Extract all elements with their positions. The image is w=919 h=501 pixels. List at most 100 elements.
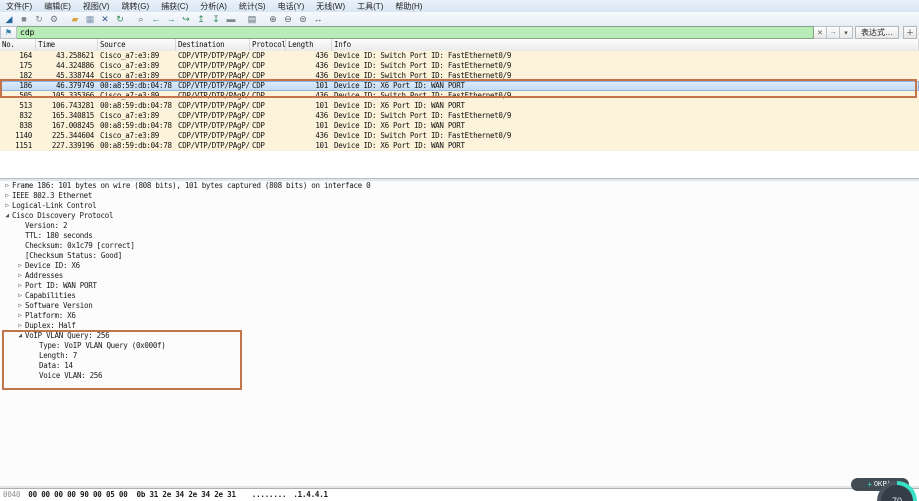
cell-length: 101 bbox=[286, 141, 332, 151]
menu-item-s[interactable]: 统计(S) bbox=[233, 0, 272, 12]
expander-spacer bbox=[15, 241, 25, 251]
detail-tree-item[interactable]: [Checksum Status: Good] bbox=[0, 251, 919, 261]
collapsed-expander-icon[interactable]: ▷ bbox=[15, 311, 25, 321]
packet-list-body: 16443.258621Cisco_a7:e3:89CDP/VTP/DTP/PA… bbox=[0, 51, 919, 151]
cell-no: 505 bbox=[0, 91, 36, 101]
toolbar-zoom-out-button[interactable]: ⊖ bbox=[281, 13, 295, 25]
packet-row[interactable]: 832165.340815Cisco_a7:e3:89CDP/VTP/DTP/P… bbox=[0, 111, 919, 121]
detail-tree-item[interactable]: ◢VoIP VLAN Query: 256 bbox=[0, 331, 919, 341]
detail-tree-item[interactable]: ▷Duplex: Half bbox=[0, 321, 919, 331]
detail-tree-item[interactable]: ▷Software Version bbox=[0, 301, 919, 311]
filter-apply-button[interactable]: → bbox=[827, 26, 840, 39]
detail-tree-item[interactable]: Length: 7 bbox=[0, 351, 919, 361]
toolbar-colorize-packets-button[interactable]: ▤ bbox=[245, 13, 259, 25]
packet-bytes-pane[interactable]: 0040 00 00 00 00 90 00 05 00 0b 31 2e 34… bbox=[0, 488, 919, 501]
toolbar-close-file-button[interactable]: ✕ bbox=[98, 13, 112, 25]
menu-item-h[interactable]: 帮助(H) bbox=[389, 0, 428, 12]
packet-row[interactable]: 513106.74328100:a8:59:db:04:78CDP/VTP/DT… bbox=[0, 101, 919, 111]
detail-text: IEEE 802.3 Ethernet bbox=[12, 191, 92, 201]
collapsed-expander-icon[interactable]: ▷ bbox=[15, 301, 25, 311]
cell-no: 832 bbox=[0, 111, 36, 121]
filter-clear-button[interactable]: ✕ bbox=[814, 26, 827, 39]
collapsed-expander-icon[interactable]: ▷ bbox=[15, 321, 25, 331]
detail-tree-item[interactable]: ▷Capabilities bbox=[0, 291, 919, 301]
collapsed-expander-icon[interactable]: ▷ bbox=[2, 201, 12, 211]
collapsed-expander-icon[interactable]: ▷ bbox=[2, 191, 12, 201]
menu-item-f[interactable]: 文件(F) bbox=[0, 0, 38, 12]
menu-item-a[interactable]: 分析(A) bbox=[194, 0, 233, 12]
packet-row[interactable]: 505105.335366Cisco_a7:e3:89CDP/VTP/DTP/P… bbox=[0, 91, 919, 101]
collapsed-expander-icon[interactable]: ▷ bbox=[15, 291, 25, 301]
column-header-protocol[interactable]: Protocol bbox=[250, 39, 286, 51]
collapsed-expander-icon[interactable]: ▷ bbox=[15, 261, 25, 271]
menu-item-e[interactable]: 编辑(E) bbox=[38, 0, 77, 12]
toolbar-go-last-button[interactable]: ↧ bbox=[209, 13, 223, 25]
detail-tree-item[interactable]: ▷Frame 186: 101 bytes on wire (808 bits)… bbox=[0, 181, 919, 191]
hex-bytes-right[interactable]: 0b 31 2e 34 2e 34 2e 31 bbox=[137, 489, 236, 501]
detail-tree-item[interactable]: Data: 14 bbox=[0, 361, 919, 371]
display-filter-input[interactable]: cdp bbox=[17, 26, 814, 39]
column-header-length[interactable]: Length bbox=[286, 39, 332, 51]
toolbar-reload-file-button[interactable]: ↻ bbox=[113, 13, 127, 25]
detail-tree-item[interactable]: ▷IEEE 802.3 Ethernet bbox=[0, 191, 919, 201]
detail-tree-item[interactable]: ◢Cisco Discovery Protocol bbox=[0, 211, 919, 221]
filter-add-button[interactable]: ＋ bbox=[903, 26, 917, 39]
toolbar-start-capture-button[interactable]: ◢ bbox=[2, 13, 16, 25]
expanded-expander-icon[interactable]: ◢ bbox=[15, 331, 25, 341]
column-header-time[interactable]: Time bbox=[36, 39, 98, 51]
toolbar-find-packet-button[interactable]: ⌕ bbox=[134, 13, 148, 25]
detail-tree-item[interactable]: ▷Port ID: WAN PORT bbox=[0, 281, 919, 291]
detail-tree-item[interactable]: ▷Logical-Link Control bbox=[0, 201, 919, 211]
detail-tree-item[interactable]: ▷Platform: X6 bbox=[0, 311, 919, 321]
collapsed-expander-icon[interactable]: ▷ bbox=[15, 281, 25, 291]
packet-row[interactable]: 1151227.33919600:a8:59:db:04:78CDP/VTP/D… bbox=[0, 141, 919, 151]
column-header-info[interactable]: Info bbox=[332, 39, 919, 51]
toolbar-save-file-button[interactable]: ▦ bbox=[83, 13, 97, 25]
toolbar-zoom-in-button[interactable]: ⊕ bbox=[266, 13, 280, 25]
toolbar-open-file-button[interactable]: ▰ bbox=[68, 13, 82, 25]
menu-item-g[interactable]: 跳转(G) bbox=[116, 0, 156, 12]
detail-tree-item[interactable]: ▷Device ID: X6 bbox=[0, 261, 919, 271]
column-header-source[interactable]: Source bbox=[98, 39, 176, 51]
collapsed-expander-icon[interactable]: ▷ bbox=[2, 181, 12, 191]
packet-row[interactable]: 16443.258621Cisco_a7:e3:89CDP/VTP/DTP/PA… bbox=[0, 51, 919, 61]
column-header-no[interactable]: No. bbox=[0, 39, 36, 51]
menu-item-c[interactable]: 捕获(C) bbox=[155, 0, 194, 12]
column-header-destination[interactable]: Destination bbox=[176, 39, 250, 51]
collapsed-expander-icon[interactable]: ▷ bbox=[15, 271, 25, 281]
detail-tree-item[interactable]: Type: VoIP VLAN Query (0x000f) bbox=[0, 341, 919, 351]
expression-button[interactable]: 表达式… bbox=[855, 26, 899, 39]
toolbar-stop-capture-button[interactable]: ■ bbox=[17, 13, 31, 25]
filter-dropdown-button[interactable]: ▾ bbox=[840, 26, 853, 39]
detail-tree-item[interactable]: TTL: 180 seconds bbox=[0, 231, 919, 241]
menu-item-v[interactable]: 视图(V) bbox=[77, 0, 116, 12]
packet-row[interactable]: 838167.00824500:a8:59:db:04:78CDP/VTP/DT… bbox=[0, 121, 919, 131]
packet-row[interactable]: 18245.338744Cisco_a7:e3:89CDP/VTP/DTP/PA… bbox=[0, 71, 919, 81]
menu-item-y[interactable]: 电话(Y) bbox=[272, 0, 311, 12]
expander-spacer bbox=[29, 341, 39, 351]
detail-tree-item[interactable]: ▷Addresses bbox=[0, 271, 919, 281]
menu-item-w[interactable]: 无线(W) bbox=[310, 0, 351, 12]
toolbar-go-forward-button[interactable]: → bbox=[164, 13, 178, 25]
packet-row[interactable]: 1140225.344604Cisco_a7:e3:89CDP/VTP/DTP/… bbox=[0, 131, 919, 141]
toolbar-restart-capture-button[interactable]: ↻ bbox=[32, 13, 46, 25]
detail-tree-item[interactable]: Version: 2 bbox=[0, 221, 919, 231]
hex-bytes-left[interactable]: 00 00 00 00 90 00 05 00 bbox=[28, 489, 127, 501]
toolbar-auto-scroll-button[interactable]: ▬ bbox=[224, 13, 238, 25]
expanded-expander-icon[interactable]: ◢ bbox=[2, 211, 12, 221]
toolbar-go-first-button[interactable]: ↥ bbox=[194, 13, 208, 25]
toolbar-capture-options-button[interactable]: ⚙ bbox=[47, 13, 61, 25]
expander-spacer bbox=[29, 351, 39, 361]
packet-row[interactable]: 17544.324886Cisco_a7:e3:89CDP/VTP/DTP/PA… bbox=[0, 61, 919, 71]
detail-tree-item[interactable]: Voice VLAN: 256 bbox=[0, 371, 919, 381]
detail-tree-item[interactable]: Checksum: 0x1c79 [correct] bbox=[0, 241, 919, 251]
toolbar-go-to-packet-button[interactable]: ↪ bbox=[179, 13, 193, 25]
toolbar-go-back-button[interactable]: ← bbox=[149, 13, 163, 25]
detail-text: [Checksum Status: Good] bbox=[25, 251, 122, 261]
toolbar-resize-columns-button[interactable]: ↔ bbox=[311, 13, 325, 25]
toolbar-zoom-original-button[interactable]: ⊜ bbox=[296, 13, 310, 25]
menu-item-t[interactable]: 工具(T) bbox=[351, 0, 389, 12]
filter-bookmark-button[interactable]: ⚑ bbox=[0, 26, 17, 39]
filter-text: cdp bbox=[20, 28, 34, 37]
packet-row[interactable]: 18646.37974900:a8:59:db:04:78CDP/VTP/DTP… bbox=[0, 81, 919, 91]
